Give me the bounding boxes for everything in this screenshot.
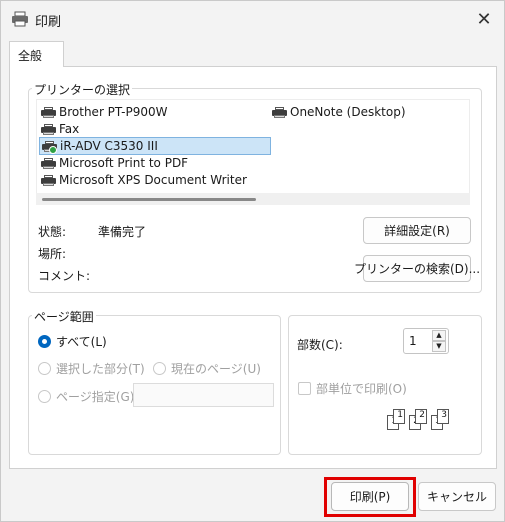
- printer-list-scrollbar[interactable]: [36, 193, 470, 205]
- printer-item[interactable]: Microsoft XPS Document Writer: [41, 172, 247, 188]
- copies-label: 部数(C):: [297, 338, 343, 352]
- range-current-page-radio[interactable]: 現在のページ(U): [153, 360, 261, 377]
- printer-icon: [41, 174, 56, 186]
- cancel-button[interactable]: キャンセル: [418, 482, 496, 511]
- radio-icon: [38, 362, 51, 375]
- printer-name: Microsoft XPS Document Writer: [59, 173, 247, 187]
- printer-name: Fax: [59, 122, 80, 136]
- pages-input[interactable]: [133, 383, 274, 407]
- range-pages-label: ページ指定(G):: [56, 390, 139, 404]
- collate-label: 部単位で印刷(O): [316, 382, 407, 396]
- printer-item-selected[interactable]: iR-ADV C3530 III: [39, 137, 271, 155]
- page-range-title: ページ範囲: [32, 308, 96, 325]
- copies-value: 1: [409, 334, 417, 348]
- radio-icon: [38, 390, 51, 403]
- close-icon: ✕: [476, 8, 492, 30]
- spin-down-icon[interactable]: ▼: [432, 341, 446, 352]
- print-button-highlight: [324, 477, 416, 517]
- scrollbar-thumb[interactable]: [42, 198, 256, 201]
- location-label: 場所:: [38, 247, 67, 261]
- printer-name: iR-ADV C3530 III: [60, 139, 158, 153]
- copies-stepper[interactable]: 1 ▲ ▼: [403, 328, 449, 354]
- fax-icon: [41, 123, 56, 135]
- printer-icon: [41, 157, 56, 169]
- range-all-label: すべて(L): [56, 335, 107, 349]
- printer-item[interactable]: OneNote (Desktop): [272, 104, 406, 120]
- printer-item[interactable]: Brother PT-P900W: [41, 104, 168, 120]
- checkbox-icon: [298, 382, 311, 395]
- page-icon: 1: [393, 409, 405, 424]
- printer-item[interactable]: Fax: [41, 121, 79, 137]
- window-title: 印刷: [35, 15, 62, 30]
- printer-icon: [272, 106, 287, 118]
- status-value: 準備完了: [98, 225, 147, 239]
- preferences-button[interactable]: 詳細設定(R): [363, 217, 471, 244]
- spin-up-icon[interactable]: ▲: [432, 330, 446, 341]
- collate-checkbox[interactable]: 部単位で印刷(O): [298, 380, 407, 397]
- printer-icon: [41, 106, 56, 118]
- range-current-page-label: 現在のページ(U): [171, 362, 261, 376]
- print-dialog: 印刷 ✕ 全般 プリンターの選択 Brother PT-P900W Fax iR…: [0, 0, 505, 522]
- title-bar: 印刷 ✕: [1, 1, 504, 37]
- range-selection-radio[interactable]: 選択した部分(T): [38, 360, 145, 377]
- range-selection-label: 選択した部分(T): [56, 362, 145, 376]
- comment-label: コメント:: [38, 269, 91, 283]
- find-printer-button[interactable]: プリンターの検索(D)...: [354, 255, 480, 282]
- radio-icon: [153, 362, 166, 375]
- range-pages-radio[interactable]: ページ指定(G):: [38, 388, 138, 405]
- printer-name: OneNote (Desktop): [290, 105, 406, 119]
- close-button[interactable]: ✕: [470, 5, 498, 33]
- printer-group-title: プリンターの選択: [32, 81, 133, 98]
- printer-icon: [12, 11, 28, 27]
- printer-default-icon: [42, 140, 57, 154]
- status-label: 状態:: [38, 225, 67, 239]
- tab-general[interactable]: 全般: [9, 41, 64, 67]
- printer-name: Microsoft Print to PDF: [59, 156, 189, 170]
- printer-name: Brother PT-P900W: [59, 105, 168, 119]
- radio-selected-icon: [38, 335, 51, 348]
- page-icon: 3: [437, 409, 449, 424]
- range-all-radio[interactable]: すべて(L): [38, 333, 107, 350]
- collate-icon: 1 1 2 2 3 3: [387, 409, 455, 431]
- page-icon: 2: [415, 409, 427, 424]
- printer-item[interactable]: Microsoft Print to PDF: [41, 155, 188, 171]
